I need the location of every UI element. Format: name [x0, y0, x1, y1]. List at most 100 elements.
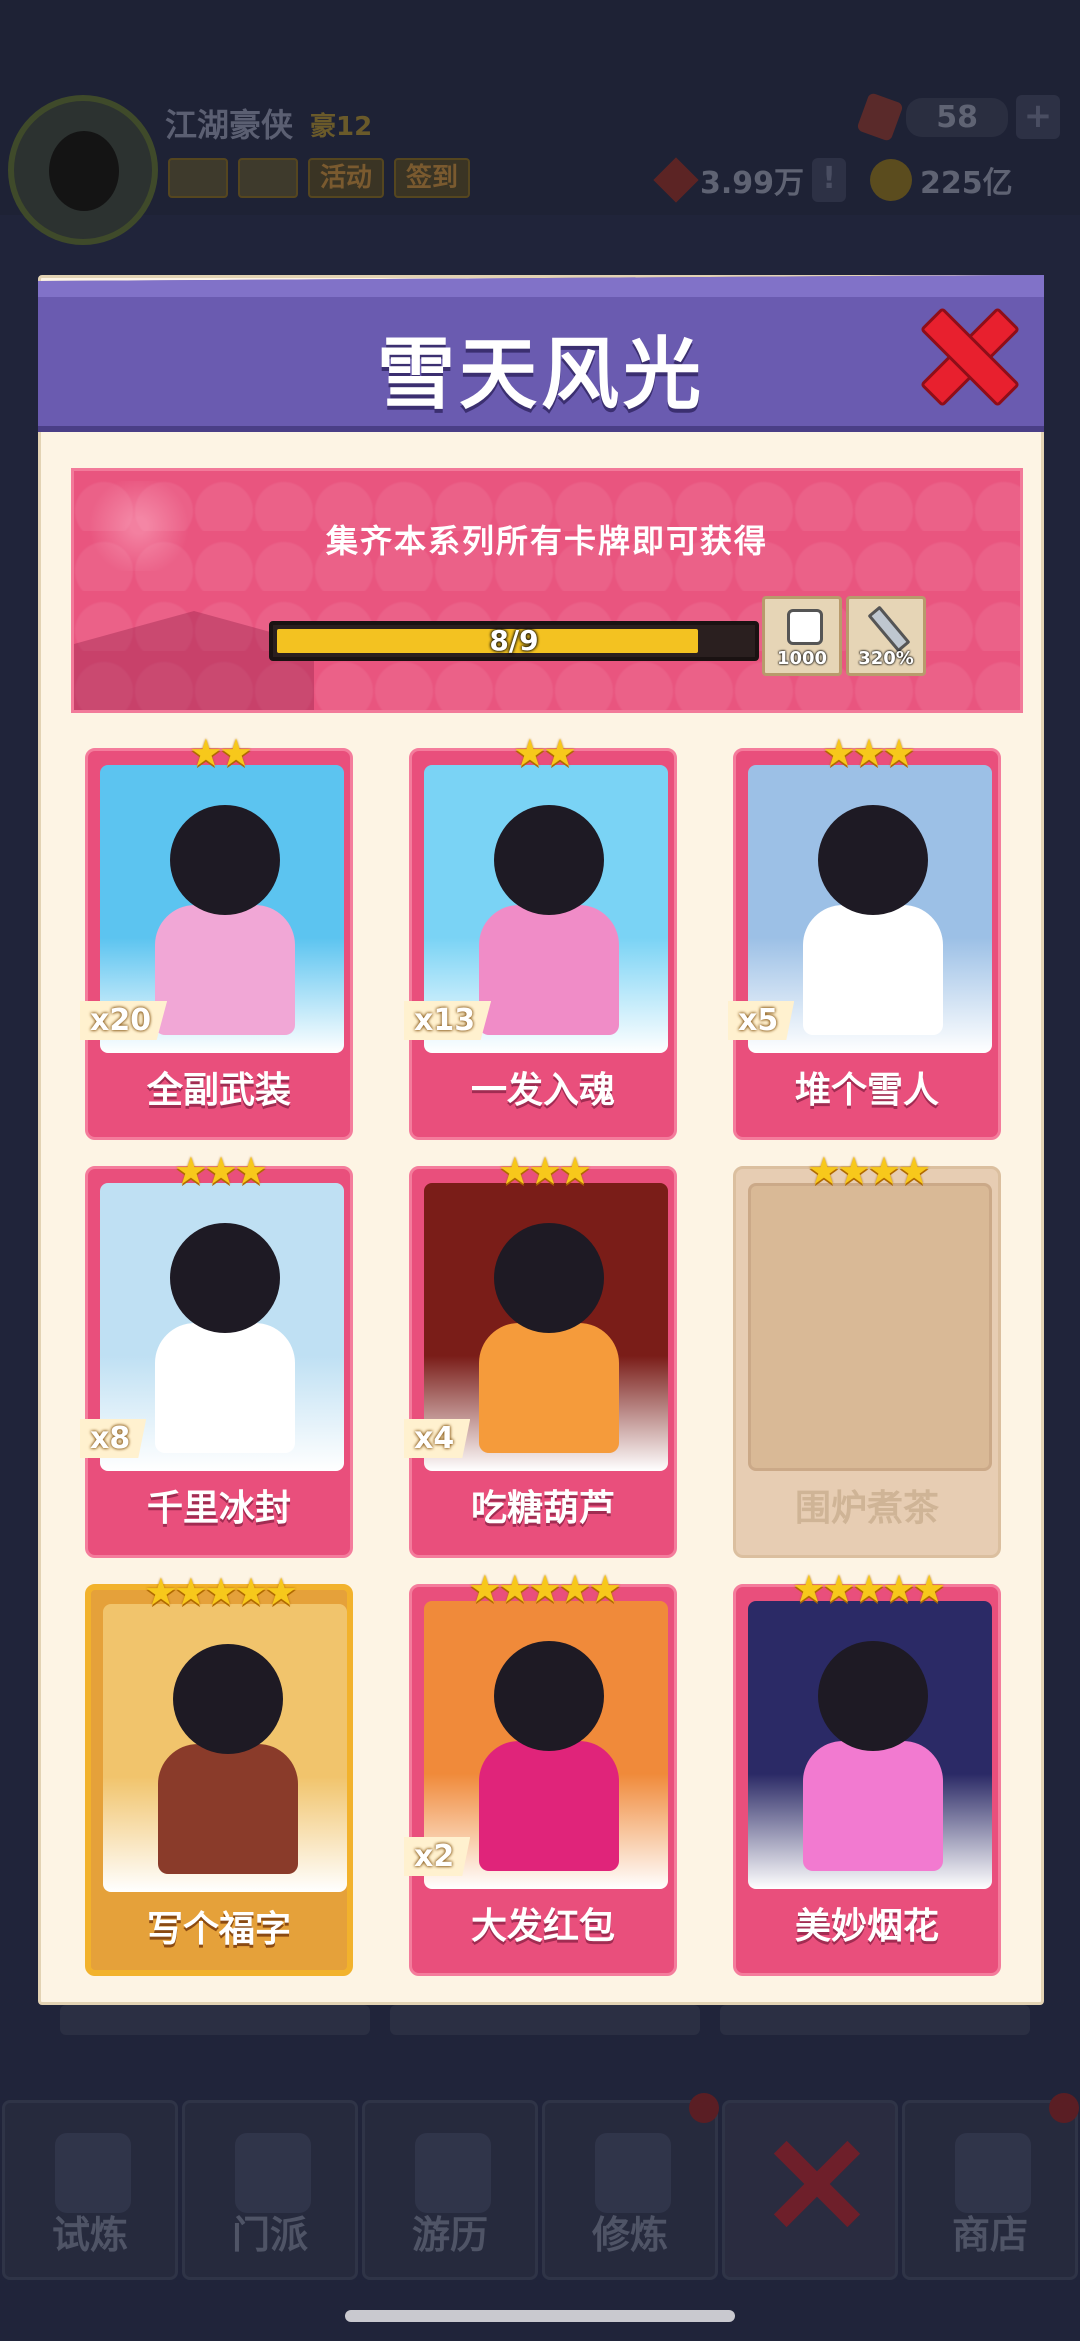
home-indicator[interactable] [345, 2310, 735, 2322]
character-head [494, 1641, 604, 1751]
card-art [748, 1601, 992, 1889]
nav-label: 修炼 [591, 2213, 668, 2257]
activity-button[interactable]: 活动 [308, 158, 385, 198]
card-art [103, 1604, 347, 1892]
mountain-icon [415, 2133, 491, 2213]
background-buttons [60, 2005, 1030, 2035]
reward-dice[interactable]: 1000 [762, 596, 842, 676]
collection-card[interactable]: ★★★ x8 千里冰封 [80, 1151, 353, 1558]
nav-sect[interactable]: 门派 [182, 2100, 358, 2280]
character-head [170, 805, 280, 915]
collection-card[interactable]: ★★★★ 围炉煮茶 [733, 1151, 1001, 1558]
sword-icon [867, 605, 911, 653]
card-name: 美妙烟花 [794, 1906, 939, 1947]
notification-dot [689, 2093, 719, 2123]
temple-icon [235, 2133, 311, 2213]
star-rating: ★★★ [173, 1149, 268, 1193]
banner-text: 集齐本系列所有卡牌即可获得 [325, 522, 768, 560]
player-rank: 豪12 [310, 112, 373, 142]
character-head [173, 1644, 283, 1754]
nav-label: 游历 [411, 2213, 488, 2257]
modal-title: 雪天风光 [376, 330, 705, 420]
collection-card[interactable]: ★★★★★ 美妙烟花 [733, 1569, 1001, 1976]
character-body [155, 905, 295, 1035]
character-body [479, 905, 619, 1035]
nav-label: 试炼 [51, 2213, 128, 2257]
card-art [748, 1183, 992, 1471]
bottom-nav: 试炼 门派 游历 修炼 商店 [0, 2093, 1080, 2280]
info-button[interactable]: ! [812, 158, 847, 202]
nav-label: 门派 [231, 2213, 308, 2257]
signin-button[interactable]: 签到 [394, 158, 471, 198]
star-rating: ★★★★★ [791, 1567, 946, 1611]
character-body [479, 1741, 619, 1871]
mail-button[interactable] [168, 158, 228, 198]
card-name: 写个福字 [146, 1909, 291, 1950]
star-rating: ★★★★ [806, 1149, 931, 1193]
character-head [494, 1223, 604, 1333]
card-collection-modal: 雪天风光 集齐本系列所有卡牌即可获得 8/9 1000 320% ★★ x20 全副… [38, 275, 1044, 2005]
card-count-badge: x13 [404, 1001, 492, 1040]
book-icon [595, 2133, 671, 2213]
close-button[interactable] [921, 308, 1013, 400]
nav-shop[interactable]: 商店 [902, 2093, 1079, 2280]
progress-text: 8/9 [489, 624, 539, 657]
card-name: 大发红包 [470, 1906, 615, 1947]
collection-card[interactable]: ★★★ x4 吃糖葫芦 [404, 1151, 677, 1558]
collection-progress-bar: 8/9 [269, 621, 759, 661]
star-rating: ★★★★★ [143, 1570, 298, 1614]
card-name: 全副武装 [146, 1070, 291, 1111]
add-gem-button[interactable]: + [1016, 95, 1060, 139]
character-head [818, 805, 928, 915]
card-count-badge: x2 [404, 1837, 471, 1876]
collection-card[interactable]: ★★ x13 一发入魂 [404, 733, 677, 1140]
star-rating: ★★★ [821, 731, 916, 775]
card-name: 堆个雪人 [794, 1070, 939, 1111]
gem-counter: 58 + [856, 92, 1060, 142]
reward-sword[interactable]: 320% [846, 596, 926, 676]
notification-dot [1049, 2093, 1079, 2123]
character-head [494, 805, 604, 915]
top-button-row: 活动 签到 [168, 158, 471, 198]
red-token-icon [653, 157, 699, 203]
character-body [803, 1741, 943, 1871]
player-name: 江湖豪侠 [165, 106, 294, 144]
card-count-badge: x5 [728, 1001, 795, 1040]
red-currency-counter: 3.99万 ! [653, 157, 847, 203]
close-icon [770, 2138, 860, 2228]
card-name: 千里冰封 [146, 1488, 291, 1529]
collection-card[interactable]: ★★★★★ 写个福字 [85, 1572, 353, 1976]
reward-banner: 集齐本系列所有卡牌即可获得 8/9 1000 320% [71, 468, 1023, 713]
nav-trial[interactable]: 试炼 [2, 2100, 178, 2280]
nav-close[interactable] [722, 2100, 898, 2280]
nav-travel[interactable]: 游历 [362, 2100, 538, 2280]
ninja-icon [55, 2133, 131, 2213]
star-rating: ★★★ [497, 1149, 592, 1193]
card-count-badge: x20 [80, 1001, 168, 1040]
star-rating: ★★ [512, 731, 577, 775]
collection-card[interactable]: ★★ x20 全副武装 [80, 733, 353, 1140]
card-name: 一发入魂 [470, 1070, 615, 1111]
bg-button-2 [390, 2005, 700, 2035]
red-currency-value: 3.99万 [700, 166, 805, 201]
collection-card[interactable]: ★★★★★ x2 大发红包 [404, 1569, 677, 1976]
star-rating: ★★★★★ [467, 1567, 622, 1611]
coin-icon [870, 159, 912, 201]
character-body [479, 1323, 619, 1453]
character-head [818, 1641, 928, 1751]
gem-value: 58 [906, 97, 1008, 137]
reward-value: 320% [858, 648, 914, 669]
card-count-badge: x8 [80, 1419, 147, 1458]
bg-button-3 [720, 2005, 1030, 2035]
dice-icon [787, 609, 823, 645]
card-name: 吃糖葫芦 [470, 1488, 615, 1529]
message-button[interactable] [238, 158, 298, 198]
player-avatar[interactable] [8, 95, 158, 245]
coin-value: 225亿 [920, 166, 1013, 201]
collection-card[interactable]: ★★★ x5 堆个雪人 [728, 733, 1001, 1140]
card-count-badge: x4 [404, 1419, 471, 1458]
gem-icon [856, 92, 905, 142]
card-name: 围炉煮茶 [794, 1488, 939, 1529]
nav-cultivate[interactable]: 修炼 [542, 2093, 719, 2280]
star-rating: ★★ [188, 731, 253, 775]
